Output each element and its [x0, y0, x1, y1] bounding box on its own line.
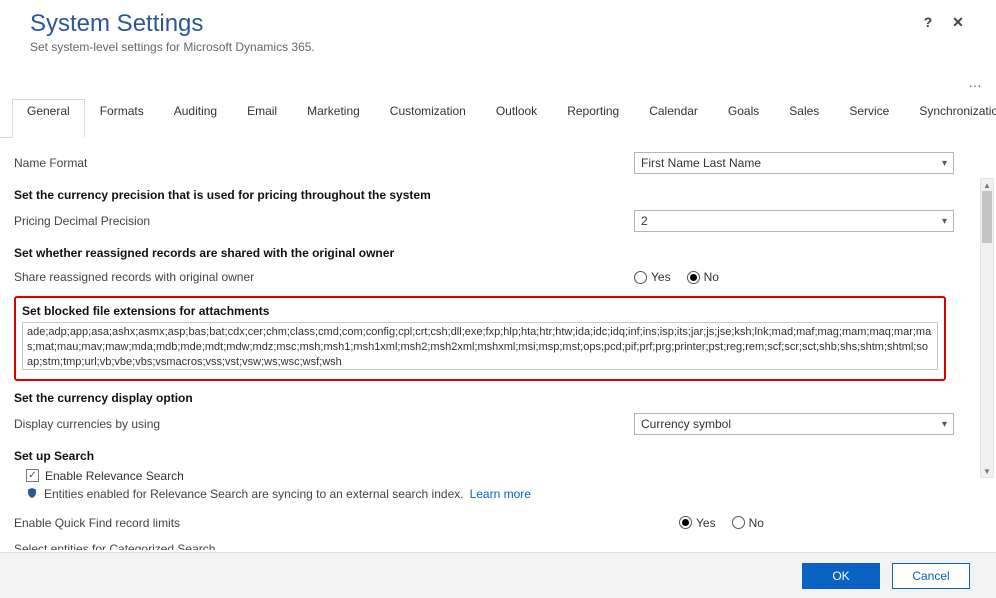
page-title: System Settings	[30, 10, 966, 38]
chevron-down-icon: ▾	[942, 158, 947, 169]
tab-auditing[interactable]: Auditing	[159, 99, 232, 138]
enable-relevance-checkbox[interactable]: ✓ Enable Relevance Search	[26, 469, 184, 483]
blocked-extensions-input[interactable]	[22, 322, 938, 370]
reassigned-heading: Set whether reassigned records are share…	[14, 236, 966, 264]
pricing-precision-select[interactable]: 2 ▾	[634, 210, 954, 232]
radio-label: No	[704, 270, 719, 284]
tab-marketing[interactable]: Marketing	[292, 99, 375, 138]
tab-general[interactable]: General	[12, 99, 85, 138]
pricing-heading: Set the currency precision that is used …	[14, 178, 966, 206]
close-icon[interactable]: ✕	[950, 14, 966, 30]
ok-button[interactable]: OK	[802, 563, 880, 589]
scrollbar-thumb[interactable]	[982, 191, 992, 243]
radio-icon	[679, 516, 692, 529]
tab-synchronization[interactable]: Synchronization	[904, 99, 996, 138]
page-subtitle: Set system-level settings for Microsoft …	[30, 40, 966, 54]
radio-icon	[687, 271, 700, 284]
radio-icon	[732, 516, 745, 529]
truncated-row: Select entities for Categorized Search	[14, 536, 966, 550]
chevron-down-icon: ▾	[942, 419, 947, 430]
settings-content: Name Format First Name Last Name ▾ Set t…	[0, 138, 996, 560]
name-format-select[interactable]: First Name Last Name ▾	[634, 152, 954, 174]
pricing-precision-value: 2	[641, 214, 648, 228]
tab-formats[interactable]: Formats	[85, 99, 159, 138]
shield-icon	[26, 487, 38, 502]
reassigned-yes-radio[interactable]: Yes	[634, 270, 671, 284]
tab-goals[interactable]: Goals	[713, 99, 774, 138]
tab-service[interactable]: Service	[834, 99, 904, 138]
dialog-footer: OK Cancel	[0, 552, 996, 598]
quickfind-yes-radio[interactable]: Yes	[679, 516, 716, 530]
tab-email[interactable]: Email	[232, 99, 292, 138]
pricing-precision-label: Pricing Decimal Precision	[14, 214, 634, 228]
scroll-up-icon[interactable]: ▲	[981, 179, 993, 191]
cancel-button[interactable]: Cancel	[892, 563, 970, 589]
vertical-scrollbar[interactable]: ▲ ▼	[980, 178, 994, 478]
tab-sales[interactable]: Sales	[774, 99, 834, 138]
scroll-down-icon[interactable]: ▼	[981, 465, 993, 477]
checkbox-icon: ✓	[26, 469, 39, 482]
quickfind-label: Enable Quick Find record limits	[14, 516, 679, 530]
radio-icon	[634, 271, 647, 284]
chevron-down-icon: ▾	[942, 216, 947, 227]
search-heading: Set up Search	[14, 439, 966, 467]
reassigned-no-radio[interactable]: No	[687, 270, 719, 284]
more-icon[interactable]: …	[968, 78, 982, 86]
tabstrip: GeneralFormatsAuditingEmailMarketingCust…	[0, 98, 996, 138]
radio-label: No	[749, 516, 764, 530]
tab-customization[interactable]: Customization	[375, 99, 481, 138]
currency-display-heading: Set the currency display option	[14, 381, 966, 409]
radio-label: Yes	[696, 516, 716, 530]
blocked-extensions-section: Set blocked file extensions for attachme…	[14, 296, 946, 381]
info-text: Entities enabled for Relevance Search ar…	[44, 487, 464, 501]
reassigned-label: Share reassigned records with original o…	[14, 270, 634, 284]
currency-display-select[interactable]: Currency symbol ▾	[634, 413, 954, 435]
checkbox-label: Enable Relevance Search	[45, 469, 184, 483]
radio-label: Yes	[651, 270, 671, 284]
currency-display-label: Display currencies by using	[14, 417, 634, 431]
currency-display-value: Currency symbol	[641, 417, 731, 431]
learn-more-link[interactable]: Learn more	[470, 487, 531, 501]
name-format-label: Name Format	[14, 156, 634, 170]
quickfind-no-radio[interactable]: No	[732, 516, 764, 530]
reassigned-radio-group: Yes No	[634, 270, 966, 284]
blocked-ext-heading: Set blocked file extensions for attachme…	[22, 302, 938, 322]
tab-outlook[interactable]: Outlook	[481, 99, 552, 138]
help-icon[interactable]: ?	[920, 14, 936, 30]
tab-reporting[interactable]: Reporting	[552, 99, 634, 138]
quickfind-radio-group: Yes No	[679, 516, 966, 530]
relevance-info: Entities enabled for Relevance Search ar…	[26, 483, 966, 506]
tab-calendar[interactable]: Calendar	[634, 99, 713, 138]
name-format-value: First Name Last Name	[641, 156, 761, 170]
